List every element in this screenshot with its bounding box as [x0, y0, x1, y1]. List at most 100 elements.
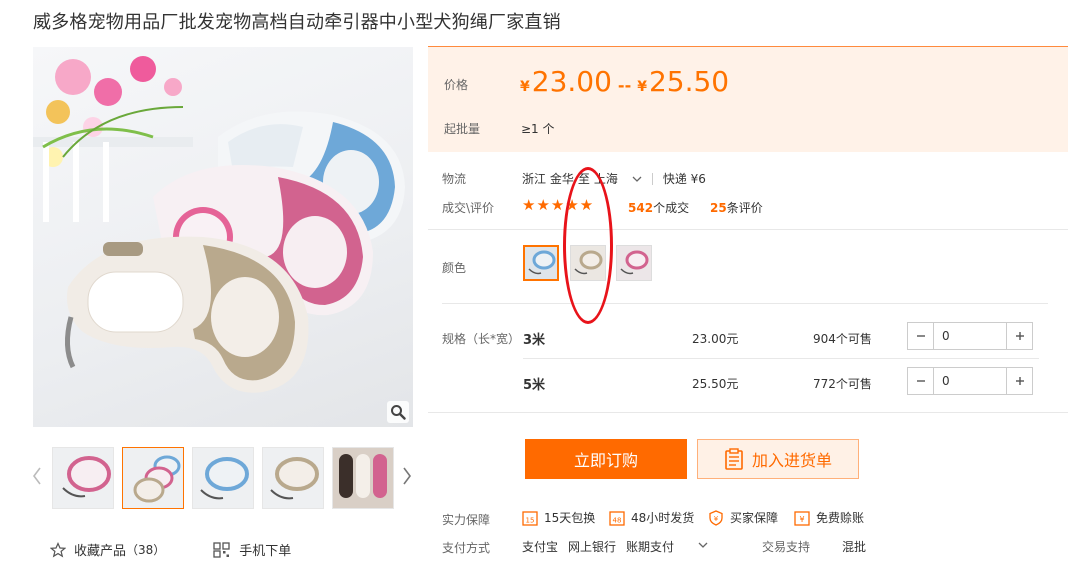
color-swatch-pink[interactable]: [616, 245, 652, 281]
reviews-count-label: 条评价: [726, 201, 763, 215]
deals-label: 个成交: [653, 201, 690, 215]
spec-price: 23.00元: [692, 332, 739, 346]
thumb-image-blue: [193, 448, 253, 508]
spec-stock: 772个可售: [813, 377, 872, 391]
spec-name: 5米: [523, 378, 546, 393]
chevron-down-icon[interactable]: [632, 175, 642, 183]
guarantee-item[interactable]: ¥ 买家保障: [708, 509, 778, 526]
spec-label: 规格（长*宽）: [442, 332, 521, 346]
main-product-image[interactable]: [33, 47, 413, 427]
moq-label: 起批量: [444, 122, 481, 136]
color-label: 颜色: [442, 261, 467, 275]
thumb-next-button[interactable]: [400, 463, 414, 489]
guarantee-item[interactable]: 48 48小时发货: [609, 509, 694, 526]
payment-method: 账期支付: [626, 540, 675, 554]
thumb-prev-button[interactable]: [30, 463, 44, 489]
guarantee-text: 48小时发货: [631, 511, 695, 525]
reviews-info[interactable]: 25条评价: [710, 199, 763, 216]
price-panel: 价格 ¥ 23.00 -- ¥ 25.50 起批量 ≥1 个: [428, 46, 1068, 152]
logistics-route: 浙江 金华 至 上海 快递 ¥6: [522, 170, 706, 187]
moq-value: ≥1 个: [521, 122, 555, 136]
spec-stock: 904个可售: [813, 332, 872, 346]
shield-icon: ¥: [709, 509, 723, 526]
product-photo: [33, 56, 405, 393]
svg-text:48: 48: [613, 516, 622, 524]
svg-text:¥: ¥: [714, 515, 719, 523]
payment-label: 支付方式: [442, 541, 491, 555]
guarantee-text: 15天包换: [544, 511, 596, 525]
thumbnail[interactable]: [332, 447, 394, 509]
plus-icon: [1015, 377, 1024, 385]
ship-from: 浙江 金华: [522, 172, 574, 186]
thumbnail[interactable]: [262, 447, 324, 509]
trade-support-label: 交易支持: [762, 540, 811, 554]
swatch-image-pink: [617, 246, 651, 280]
thumbnail-strip: [30, 445, 420, 509]
quantity-stepper: [907, 367, 1033, 395]
add-to-cart-label: 加入进货单: [751, 451, 832, 470]
logistics-label: 物流: [442, 172, 467, 186]
credit-icon: ¥: [794, 510, 810, 526]
reviews-count: 25: [710, 201, 727, 215]
magnifier-icon: [391, 405, 406, 420]
deals-count: 542: [628, 201, 654, 215]
color-swatch-blue[interactable]: [523, 245, 559, 281]
thumbnail-active[interactable]: [122, 447, 184, 509]
chevron-left-icon: [33, 467, 41, 485]
quantity-input[interactable]: [934, 368, 1006, 394]
guarantee-label: 实力保障: [442, 513, 491, 527]
separator: [651, 172, 653, 185]
spec-name: 3米: [523, 333, 546, 348]
buy-now-button[interactable]: 立即订购: [525, 439, 687, 479]
zoom-button[interactable]: [387, 401, 409, 423]
decrement-button[interactable]: [908, 323, 934, 349]
increment-button[interactable]: [1006, 323, 1032, 349]
thumb-image-beige: [263, 448, 323, 508]
price-label: 价格: [444, 78, 469, 92]
trade-support-value: 混批: [842, 540, 867, 554]
qrcode-icon: [213, 541, 230, 558]
calendar-15-icon: 15: [522, 510, 538, 526]
guarantee-text: 免费赊账: [816, 511, 865, 525]
thumbnail[interactable]: [192, 447, 254, 509]
favorite-count: （38）: [126, 543, 166, 557]
swatch-image-blue: [525, 247, 557, 279]
thumb-image-dark: [333, 448, 393, 508]
deals-info[interactable]: 542个成交: [628, 199, 689, 216]
decrement-button[interactable]: [908, 368, 934, 394]
mobile-order-link[interactable]: 手机下单: [213, 540, 291, 559]
chevron-right-icon: [403, 467, 411, 485]
price-separator: --: [617, 76, 632, 95]
payment-method: 网上银行: [568, 540, 617, 554]
svg-text:15: 15: [526, 516, 535, 524]
star-outline-icon: [50, 541, 66, 557]
divider: [428, 229, 1068, 230]
minus-icon: [916, 380, 925, 382]
mobile-order-label: 手机下单: [239, 544, 292, 559]
minus-icon: [916, 335, 925, 337]
product-title: 威多格宠物用品厂批发宠物高档自动牵引器中小型犬狗绳厂家直销: [33, 12, 561, 33]
guarantee-item[interactable]: ¥ 免费赊账: [794, 509, 864, 526]
quantity-input[interactable]: [934, 323, 1006, 349]
price-range: ¥ 23.00 -- ¥ 25.50: [520, 65, 729, 98]
spec-price: 25.50元: [692, 377, 739, 391]
guarantee-item[interactable]: 15 15天包换: [522, 509, 595, 526]
favorite-label: 收藏产品: [74, 544, 127, 559]
clipboard-icon: [725, 448, 743, 470]
add-to-cart-button[interactable]: 加入进货单: [697, 439, 859, 479]
increment-button[interactable]: [1006, 368, 1032, 394]
svg-text:¥: ¥: [799, 515, 804, 524]
divider: [523, 358, 1039, 359]
reviews-label: 成交\评价: [442, 201, 495, 215]
currency-symbol: ¥: [637, 79, 647, 95]
bottom-actions: 收藏产品 （38） 手机下单: [50, 540, 339, 559]
shipping-fee: 快递 ¥6: [662, 172, 706, 186]
thumbnail[interactable]: [52, 447, 114, 509]
currency-symbol: ¥: [520, 79, 530, 95]
chevron-down-icon[interactable]: [698, 541, 708, 549]
favorite-product-link[interactable]: 收藏产品 （38）: [50, 540, 165, 559]
payment-method: 支付宝: [522, 540, 559, 554]
price-min: 23.00: [531, 65, 612, 98]
clock-48-icon: 48: [609, 510, 625, 526]
divider: [428, 412, 1068, 413]
